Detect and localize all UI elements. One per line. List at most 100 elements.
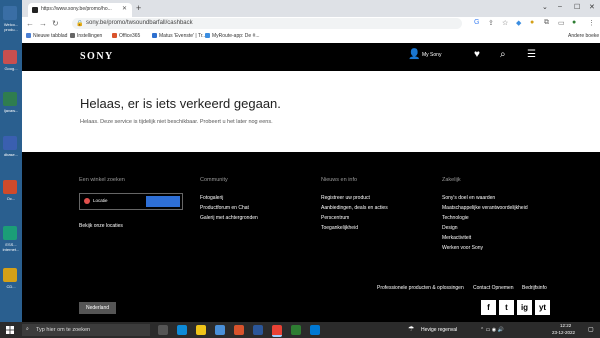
- footer-link[interactable]: Maatschappelijke verantwoordelijkheid: [442, 205, 528, 211]
- system-tray[interactable]: ⌃ ▭ ◉ 🔊: [480, 327, 504, 333]
- extension-icon-2[interactable]: ●: [530, 19, 534, 26]
- desktop-app-icon[interactable]: [3, 6, 17, 20]
- search-icon[interactable]: ⌕: [500, 49, 506, 60]
- my-sony-link[interactable]: My Sony: [422, 52, 441, 58]
- sony-logo[interactable]: SONY: [80, 51, 114, 62]
- taskbar-search-placeholder: Typ hier om te zoeken: [36, 327, 91, 333]
- desktop-icon-label: Oc...: [6, 196, 16, 201]
- footer-link[interactable]: Fotogalerij: [200, 195, 223, 201]
- footer-link[interactable]: Galerij met achtergronden: [200, 215, 258, 221]
- reload-icon[interactable]: ↻: [52, 19, 59, 28]
- desktop-app-icon[interactable]: [3, 268, 17, 282]
- footer-link[interactable]: Toegankelijkheid: [321, 225, 358, 231]
- browser-tab[interactable]: https://www.sony.be/promo/ho... ✕: [28, 3, 132, 17]
- footer-link[interactable]: Merkactiviteit: [442, 235, 471, 241]
- browser-window: https://www.sony.be/promo/ho... ✕ + ⌄ – …: [22, 0, 600, 322]
- desktop-app-icon[interactable]: [3, 226, 17, 240]
- desktop-icon-label: dbase...: [3, 152, 19, 157]
- task-view-icon[interactable]: [158, 325, 168, 335]
- outlook-icon[interactable]: [310, 325, 320, 335]
- bookmark-favicon-icon: [112, 33, 117, 39]
- bookmark-label: Office365: [119, 33, 141, 39]
- puzzle-icon[interactable]: ⧉: [544, 19, 549, 27]
- bookmark-item[interactable]: Instellingen: [70, 33, 102, 39]
- chevron-down-icon[interactable]: ⌄: [542, 3, 548, 11]
- hamburger-menu-icon[interactable]: ☰: [527, 49, 536, 60]
- footer-link[interactable]: Werken voor Sony: [442, 245, 483, 251]
- url-input[interactable]: 🔒 sony.be/promo/twsoundbarfall/cashback: [72, 18, 462, 29]
- location-label: Locatie: [93, 198, 108, 203]
- weather-text[interactable]: Hevige regenval: [421, 327, 457, 333]
- footer-link-professional[interactable]: Professionele producten & oplossingen: [377, 285, 464, 291]
- heart-icon[interactable]: ♥: [474, 49, 480, 60]
- star-icon[interactable]: ☆: [502, 19, 508, 27]
- footer-link[interactable]: Aanbiedingen, deals en acties: [321, 205, 388, 211]
- desktop-app-icon[interactable]: [3, 136, 17, 150]
- minimize-icon[interactable]: –: [558, 3, 562, 10]
- bookmark-item[interactable]: Office365: [112, 33, 140, 39]
- footer-link[interactable]: Productforum en Chat: [200, 205, 249, 211]
- bookmark-item[interactable]: MyRoute-app: De #...: [205, 33, 260, 39]
- bookmark-favicon-icon: [205, 33, 210, 39]
- site-footer: Een winkel zoeken Locatie Bekijk onze lo…: [22, 152, 600, 322]
- language-selector[interactable]: Nederland: [79, 302, 116, 314]
- close-tab-icon[interactable]: ✕: [122, 5, 127, 12]
- new-tab-button[interactable]: +: [136, 3, 141, 13]
- user-icon[interactable]: 👤: [408, 49, 420, 60]
- footer-link[interactable]: Registreer uw product: [321, 195, 370, 201]
- footer-link[interactable]: Design: [442, 225, 458, 231]
- maximize-icon[interactable]: ☐: [574, 3, 580, 11]
- google-icon[interactable]: G: [474, 19, 479, 26]
- location-search-box[interactable]: Locatie: [79, 193, 183, 210]
- desktop-app-icon[interactable]: [3, 180, 17, 194]
- footer-heading-store: Een winkel zoeken: [79, 177, 125, 183]
- edge-icon[interactable]: [177, 325, 187, 335]
- desktop-app-icon[interactable]: [3, 50, 17, 64]
- menu-icon[interactable]: ⋮: [588, 19, 595, 27]
- bookmark-item[interactable]: Nieuwe tabblad: [26, 33, 67, 39]
- clock-time[interactable]: 12:22: [560, 323, 571, 328]
- forward-icon[interactable]: →: [39, 19, 47, 28]
- windows-start-icon[interactable]: [6, 326, 14, 334]
- error-title: Helaas, er is iets verkeerd gegaan.: [80, 96, 281, 111]
- location-search-button[interactable]: [146, 196, 180, 207]
- view-locations-link[interactable]: Bekijk onze locaties: [79, 223, 123, 229]
- office-icon[interactable]: [234, 325, 244, 335]
- sidepanel-icon[interactable]: ▭: [558, 19, 565, 27]
- extension-icon[interactable]: ◆: [516, 19, 521, 27]
- share-icon[interactable]: ⇪: [488, 19, 494, 27]
- bookmark-label: Instellingen: [77, 33, 103, 39]
- back-icon[interactable]: ←: [26, 19, 34, 28]
- desktop-icon-label: CD...: [6, 284, 16, 289]
- facebook-icon[interactable]: f: [481, 300, 496, 315]
- location-pin-icon: [84, 198, 90, 204]
- clock-date[interactable]: 23-12-2022: [552, 330, 575, 335]
- desktop-icon-label: Welco... produ...: [3, 22, 19, 32]
- footer-link[interactable]: Sony's doel en waarden: [442, 195, 495, 201]
- weather-icon[interactable]: ☂: [408, 325, 414, 333]
- footer-link[interactable]: Technologie: [442, 215, 469, 221]
- word-icon[interactable]: [253, 325, 263, 335]
- bookmark-label: Nieuwe tabblad: [33, 33, 68, 39]
- file-explorer-icon[interactable]: [196, 325, 206, 335]
- taskbar-search[interactable]: ⌕ Typ hier om te zoeken: [22, 324, 150, 336]
- twitter-icon[interactable]: t: [499, 300, 514, 315]
- desktop-app-icon[interactable]: [3, 92, 17, 106]
- close-window-icon[interactable]: ✕: [589, 3, 595, 11]
- footer-link-company[interactable]: Bedrijfsinfo: [522, 285, 547, 291]
- other-bookmarks[interactable]: Andere boeke: [568, 33, 599, 39]
- footer-heading-business: Zakelijk: [442, 177, 461, 183]
- store-icon[interactable]: [215, 325, 225, 335]
- notification-icon[interactable]: ▢: [588, 326, 594, 333]
- footer-link-contact[interactable]: Contact Opnemen: [473, 285, 514, 291]
- desktop-icon-label: Goog...: [4, 66, 18, 71]
- instagram-icon[interactable]: ig: [517, 300, 532, 315]
- profile-icon[interactable]: ●: [572, 19, 576, 26]
- bookmark-item[interactable]: Matus 'Evenste' | Tr...: [152, 33, 206, 39]
- bookmark-label: MyRoute-app: De #...: [212, 33, 260, 39]
- footer-link[interactable]: Perscentrum: [321, 215, 349, 221]
- app-icon[interactable]: [291, 325, 301, 335]
- url-text: sony.be/promo/twsoundbarfall/cashback: [86, 20, 193, 26]
- chrome-icon[interactable]: [272, 325, 282, 337]
- youtube-icon[interactable]: yt: [535, 300, 550, 315]
